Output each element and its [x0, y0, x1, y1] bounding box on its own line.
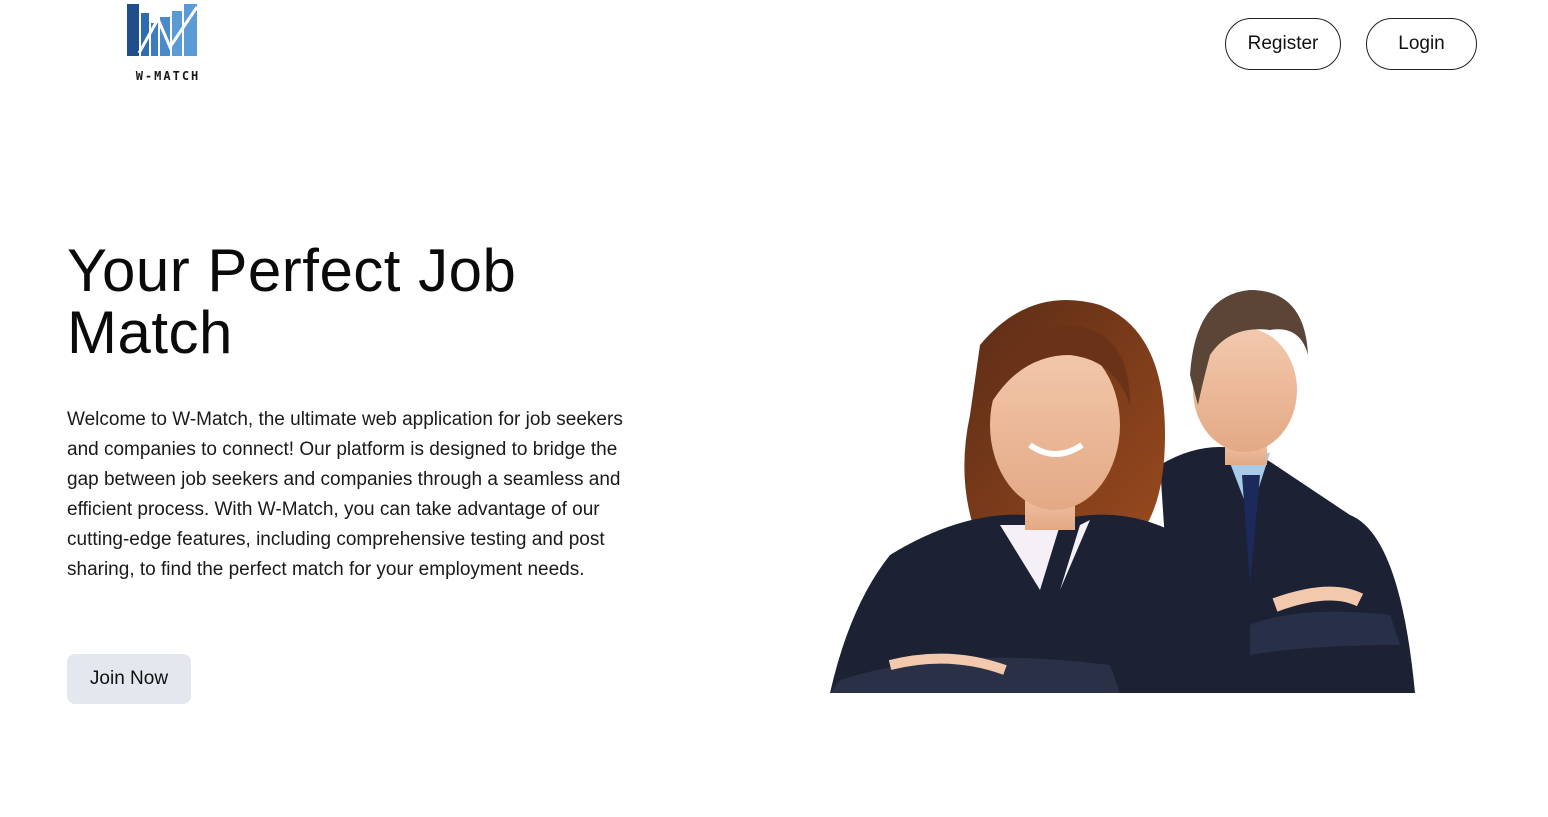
bar-chart-logo-icon [127, 4, 199, 56]
join-now-button[interactable]: Join Now [67, 654, 191, 704]
w-match-logo[interactable]: W-MATCH [126, 3, 210, 83]
hero-image [830, 285, 1420, 693]
two-business-professionals-image [830, 290, 1415, 693]
login-button[interactable]: Login [1366, 18, 1477, 70]
register-button[interactable]: Register [1225, 18, 1341, 70]
logo-text: W-MATCH [135, 69, 201, 83]
landing-page: W-MATCH Register Login Your Perfect Job … [0, 0, 1548, 817]
hero-title: Your Perfect Job Match [67, 237, 517, 366]
hero-description: Welcome to W-Match, the ultimate web app… [67, 409, 623, 580]
